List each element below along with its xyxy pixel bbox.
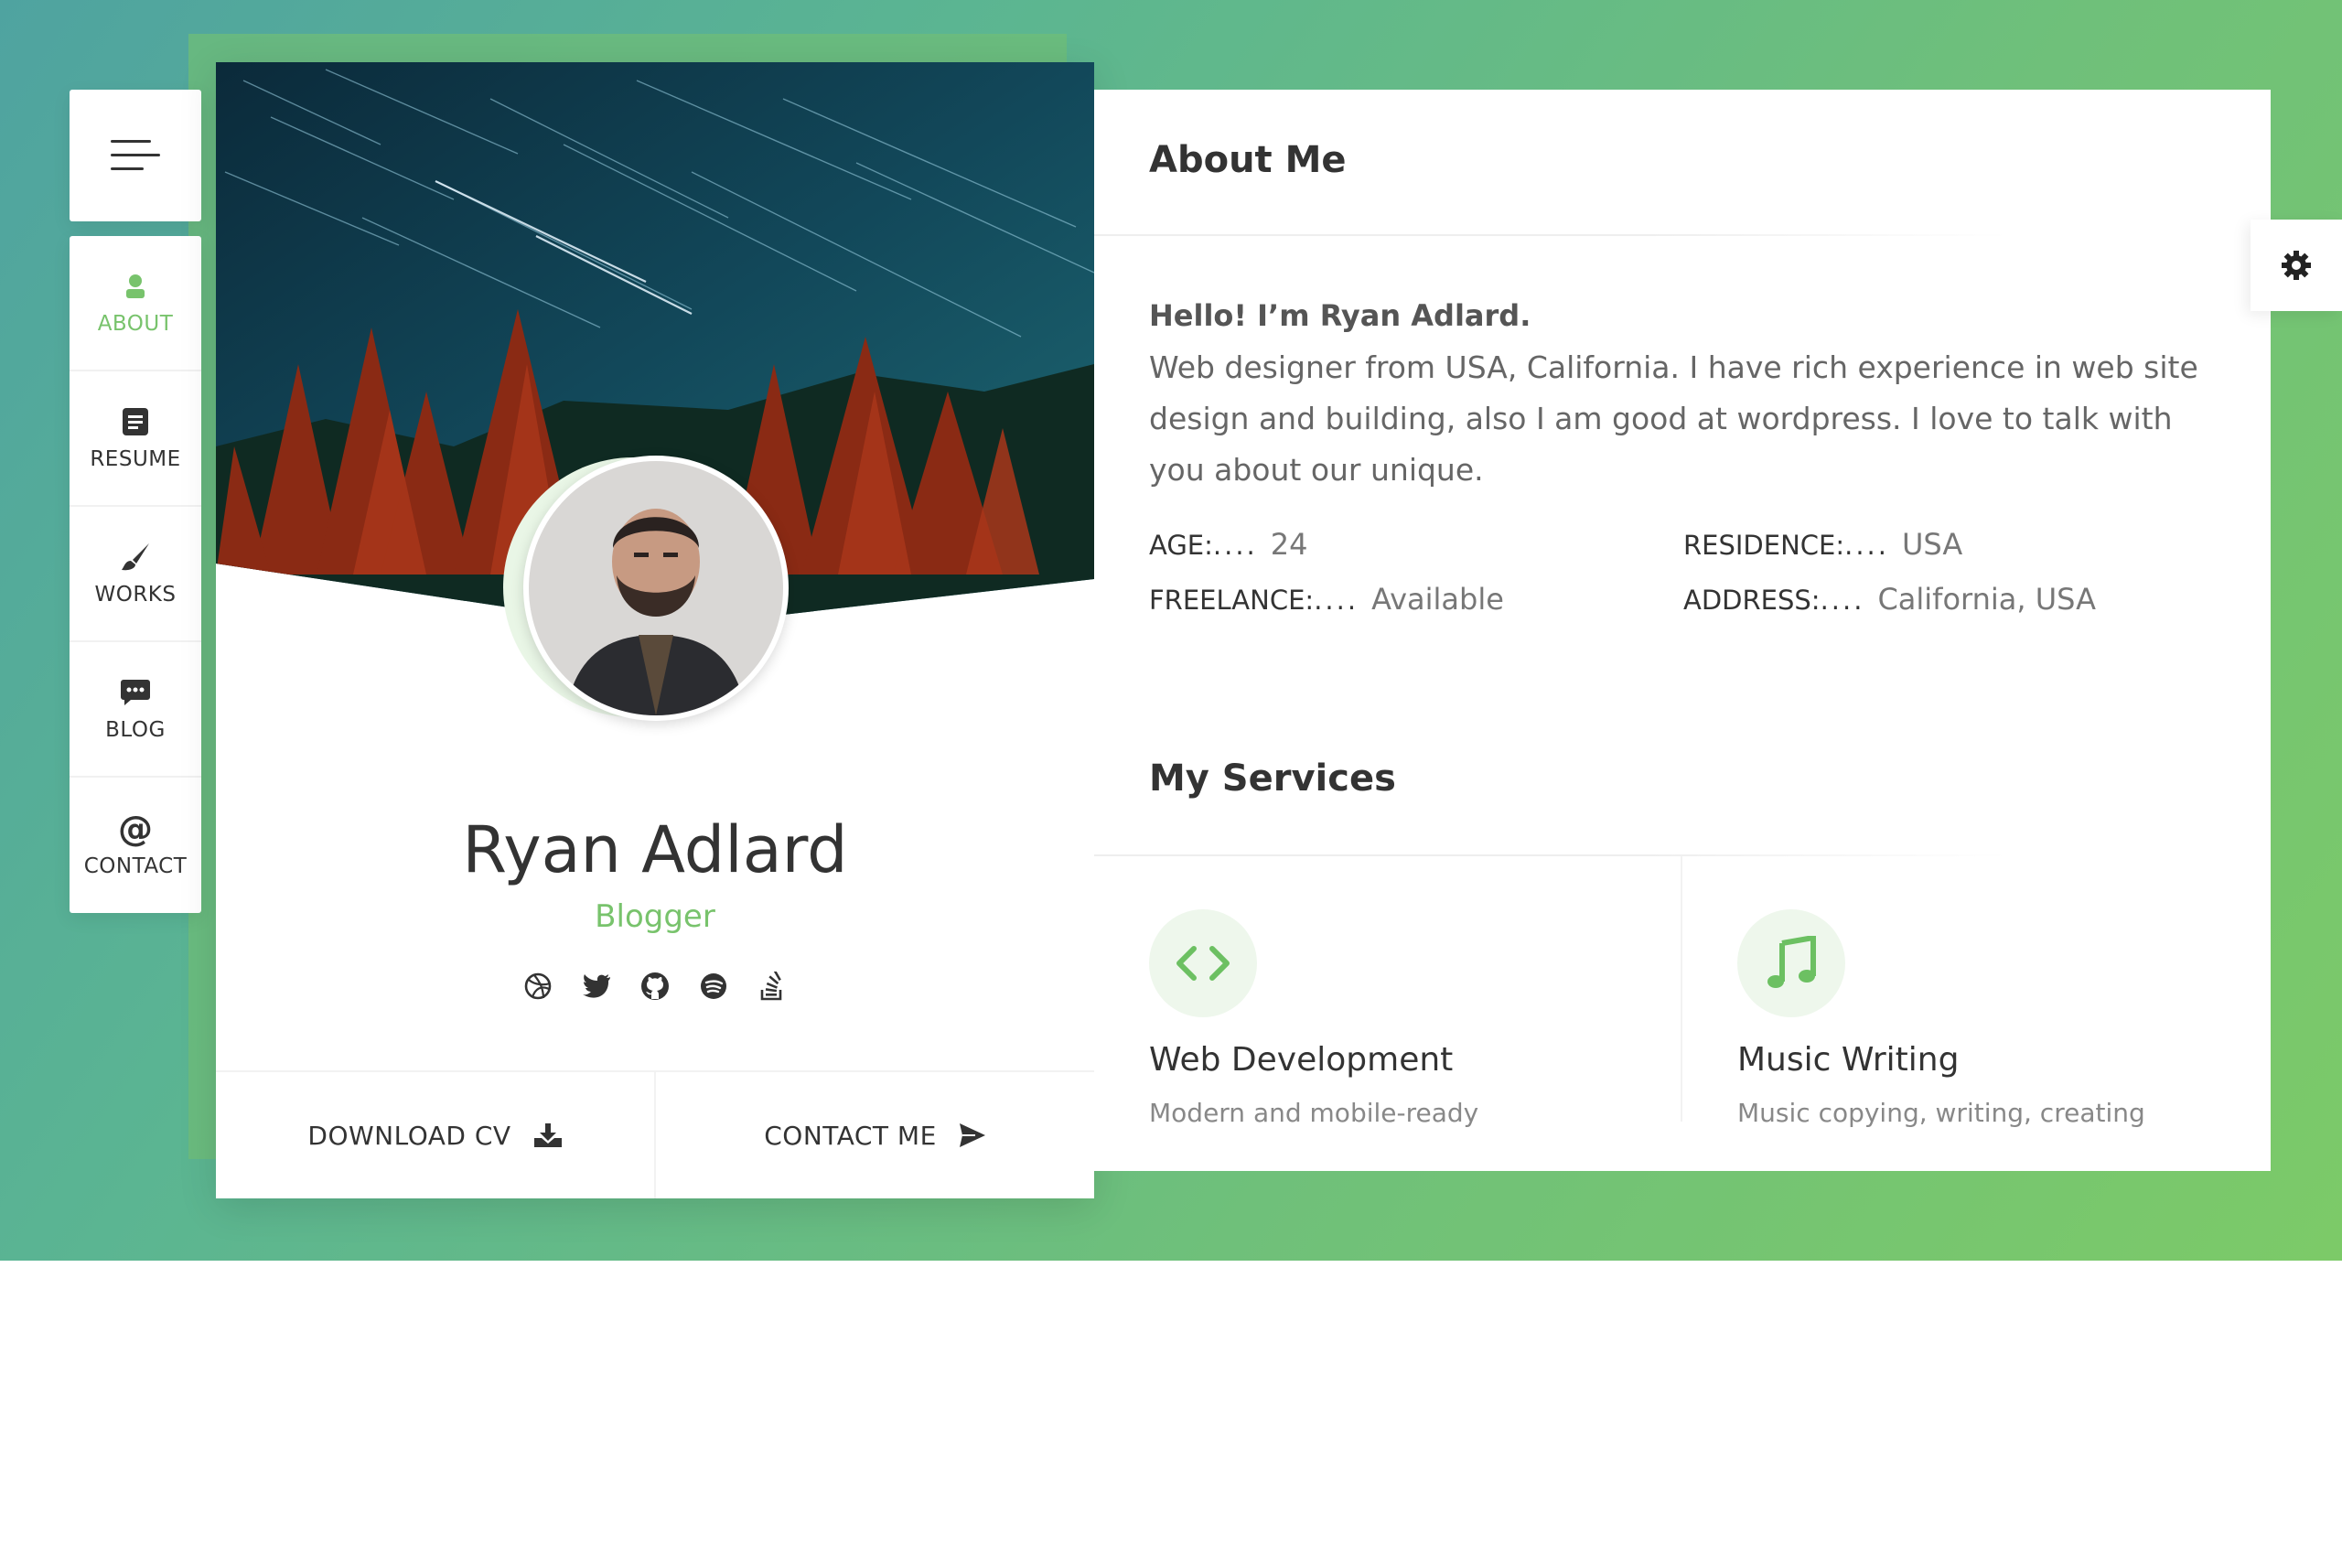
info-residence: RESIDENCE:.... USA bbox=[1683, 527, 1962, 562]
github-icon[interactable] bbox=[640, 972, 670, 1001]
hamburger-icon bbox=[111, 140, 160, 171]
menu-button[interactable] bbox=[70, 90, 201, 221]
sidebar-item-label: CONTACT bbox=[83, 854, 188, 878]
sidebar-item-works[interactable]: WORKS bbox=[70, 507, 201, 642]
brush-icon bbox=[120, 541, 151, 574]
info-value: USA bbox=[1902, 527, 1963, 562]
stackoverflow-icon[interactable] bbox=[757, 972, 787, 1001]
sidebar-item-label: ABOUT bbox=[97, 312, 174, 336]
sidebar-item-about[interactable]: ABOUT bbox=[70, 236, 201, 371]
download-icon bbox=[533, 1123, 562, 1147]
sidebar-item-resume[interactable]: RESUME bbox=[70, 371, 201, 507]
card-actions: DOWNLOAD CV CONTACT ME bbox=[216, 1070, 1094, 1198]
about-greeting: Hello! I’m Ryan Adlard. bbox=[1149, 298, 1531, 333]
download-cv-button[interactable]: DOWNLOAD CV bbox=[216, 1072, 656, 1198]
dribbble-icon[interactable] bbox=[523, 972, 553, 1001]
service-desc: Modern and mobile-ready bbox=[1149, 1098, 1479, 1128]
info-value: Available bbox=[1371, 582, 1504, 617]
user-icon bbox=[124, 270, 146, 303]
service-card: Music Writing Music copying, writing, cr… bbox=[1682, 856, 2271, 1128]
send-icon bbox=[959, 1123, 985, 1147]
info-key: AGE: bbox=[1149, 530, 1213, 561]
service-title: Music Writing bbox=[1737, 1041, 1960, 1079]
info-dots: .... bbox=[1820, 585, 1865, 616]
page: ABOUT RESUME WORKS BLOG @ CONTACT Ryan A… bbox=[0, 0, 2342, 1568]
document-icon bbox=[122, 405, 149, 438]
profile-card: Ryan Adlard Blogger DOWNLOAD CV CONTACT … bbox=[216, 62, 1094, 1198]
info-key: ADDRESS: bbox=[1683, 585, 1821, 616]
at-icon: @ bbox=[118, 809, 153, 849]
about-title: About Me bbox=[1129, 139, 1347, 194]
spotify-icon[interactable] bbox=[699, 972, 728, 1001]
sidebar-item-label: BLOG bbox=[105, 718, 166, 742]
info-key: RESIDENCE: bbox=[1683, 530, 1845, 561]
avatar bbox=[523, 456, 789, 721]
info-value: 24 bbox=[1270, 527, 1308, 562]
social-links bbox=[216, 972, 1094, 1001]
info-address: ADDRESS:.... California, USA bbox=[1683, 582, 2096, 617]
sidebar-nav: ABOUT RESUME WORKS BLOG @ CONTACT bbox=[70, 236, 201, 913]
info-freelance: FREELANCE:.... Available bbox=[1149, 582, 1504, 617]
profile-role: Blogger bbox=[595, 898, 715, 935]
info-age: AGE:.... 24 bbox=[1149, 527, 1308, 562]
contact-me-label: CONTACT ME bbox=[764, 1120, 937, 1151]
info-value: California, USA bbox=[1877, 582, 2096, 617]
info-key: FREELANCE: bbox=[1149, 585, 1315, 616]
info-dots: .... bbox=[1844, 530, 1889, 561]
music-note-icon bbox=[1737, 909, 1845, 1017]
gear-icon bbox=[2282, 251, 2311, 280]
about-bio: Web designer from USA, California. I hav… bbox=[1149, 349, 2198, 488]
services-list: Web Development Modern and mobile-ready … bbox=[1094, 856, 2271, 1171]
divider bbox=[1094, 234, 2009, 236]
sidebar-item-blog[interactable]: BLOG bbox=[70, 642, 201, 778]
chat-icon bbox=[120, 676, 151, 709]
contact-me-button[interactable]: CONTACT ME bbox=[656, 1072, 1094, 1198]
code-icon bbox=[1149, 909, 1257, 1017]
service-desc: Music copying, writing, creating bbox=[1737, 1098, 2145, 1128]
service-title: Web Development bbox=[1149, 1041, 1454, 1079]
info-dots: .... bbox=[1212, 530, 1258, 561]
sidebar-item-label: WORKS bbox=[94, 583, 177, 607]
services-title: My Services bbox=[1129, 757, 1396, 812]
settings-button[interactable] bbox=[2251, 220, 2342, 311]
download-cv-label: DOWNLOAD CV bbox=[307, 1120, 511, 1151]
info-dots: .... bbox=[1314, 585, 1359, 616]
twitter-icon[interactable] bbox=[582, 972, 611, 1001]
sidebar-item-label: RESUME bbox=[90, 447, 181, 471]
content-panel: About Me Hello! I’m Ryan Adlard. Web des… bbox=[1094, 90, 2271, 1171]
profile-name: Ryan Adlard bbox=[462, 812, 848, 887]
service-card: Web Development Modern and mobile-ready bbox=[1094, 856, 1682, 1128]
sidebar-item-contact[interactable]: @ CONTACT bbox=[70, 778, 201, 913]
